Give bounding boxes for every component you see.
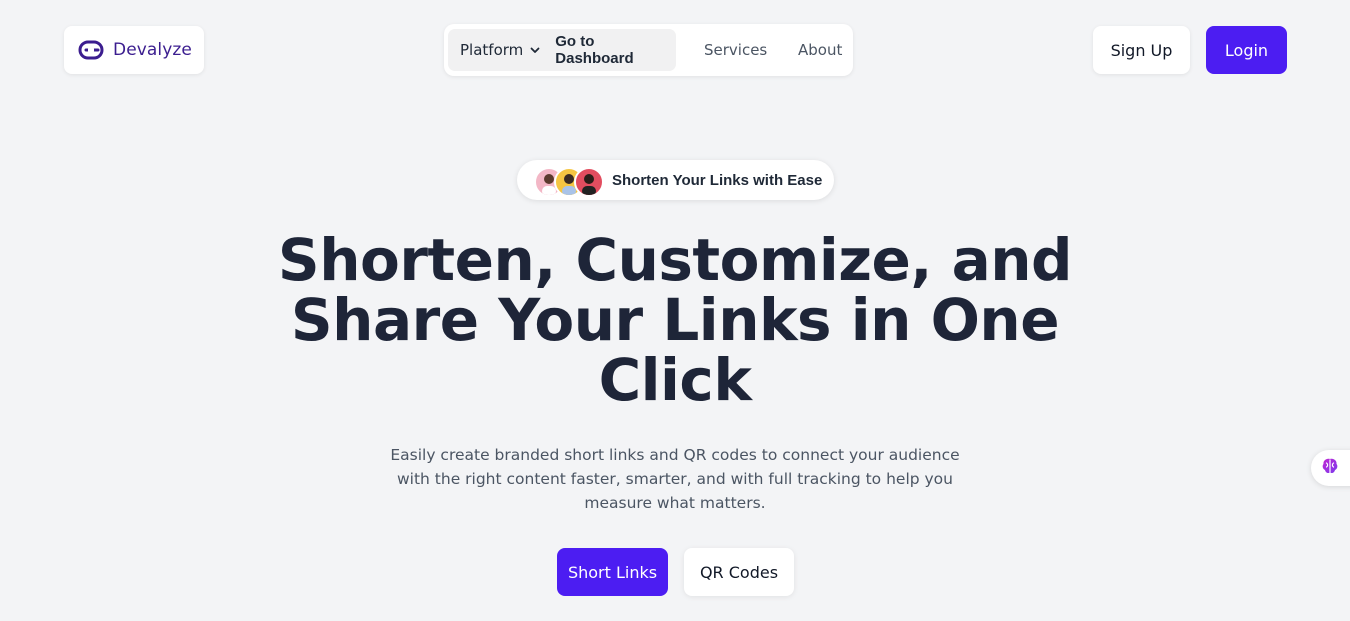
- hero-subtext: Easily create branded short links and QR…: [390, 446, 960, 512]
- nav-about-link[interactable]: About: [798, 41, 842, 59]
- nav-platform-label: Platform: [460, 41, 524, 59]
- nav-active-group: Platform Go to Dashboard: [448, 29, 676, 71]
- nav-services-link[interactable]: Services: [704, 41, 767, 59]
- chevron-down-icon: [529, 44, 541, 56]
- nav-dashboard-link[interactable]: Go to Dashboard: [555, 33, 676, 67]
- hero-badge: Shorten Your Links with Ease: [517, 160, 834, 200]
- link-icon: [77, 36, 105, 64]
- brand-name: Devalyze: [113, 40, 192, 60]
- avatar: [574, 167, 604, 197]
- main-nav: Platform Go to Dashboard Services About: [444, 24, 853, 76]
- hero-badge-text: Shorten Your Links with Ease: [612, 171, 823, 189]
- brand-logo[interactable]: Devalyze: [64, 26, 204, 74]
- qr-codes-button[interactable]: QR Codes: [684, 548, 794, 596]
- brain-icon: [1320, 456, 1340, 480]
- login-button[interactable]: Login: [1206, 26, 1287, 74]
- hero-headline: Shorten, Customize, and Share Your Links…: [275, 230, 1075, 410]
- short-links-button[interactable]: Short Links: [557, 548, 668, 596]
- avatar-group: [534, 165, 612, 197]
- signup-button[interactable]: Sign Up: [1093, 26, 1190, 74]
- assistant-widget[interactable]: [1311, 450, 1350, 486]
- hero-headline-line: Click: [598, 346, 752, 414]
- hero-headline-line: Shorten, Customize, and: [277, 226, 1073, 294]
- hero-headline-line: Share Your Links in One: [290, 286, 1060, 354]
- nav-platform-dropdown[interactable]: Platform: [460, 41, 541, 59]
